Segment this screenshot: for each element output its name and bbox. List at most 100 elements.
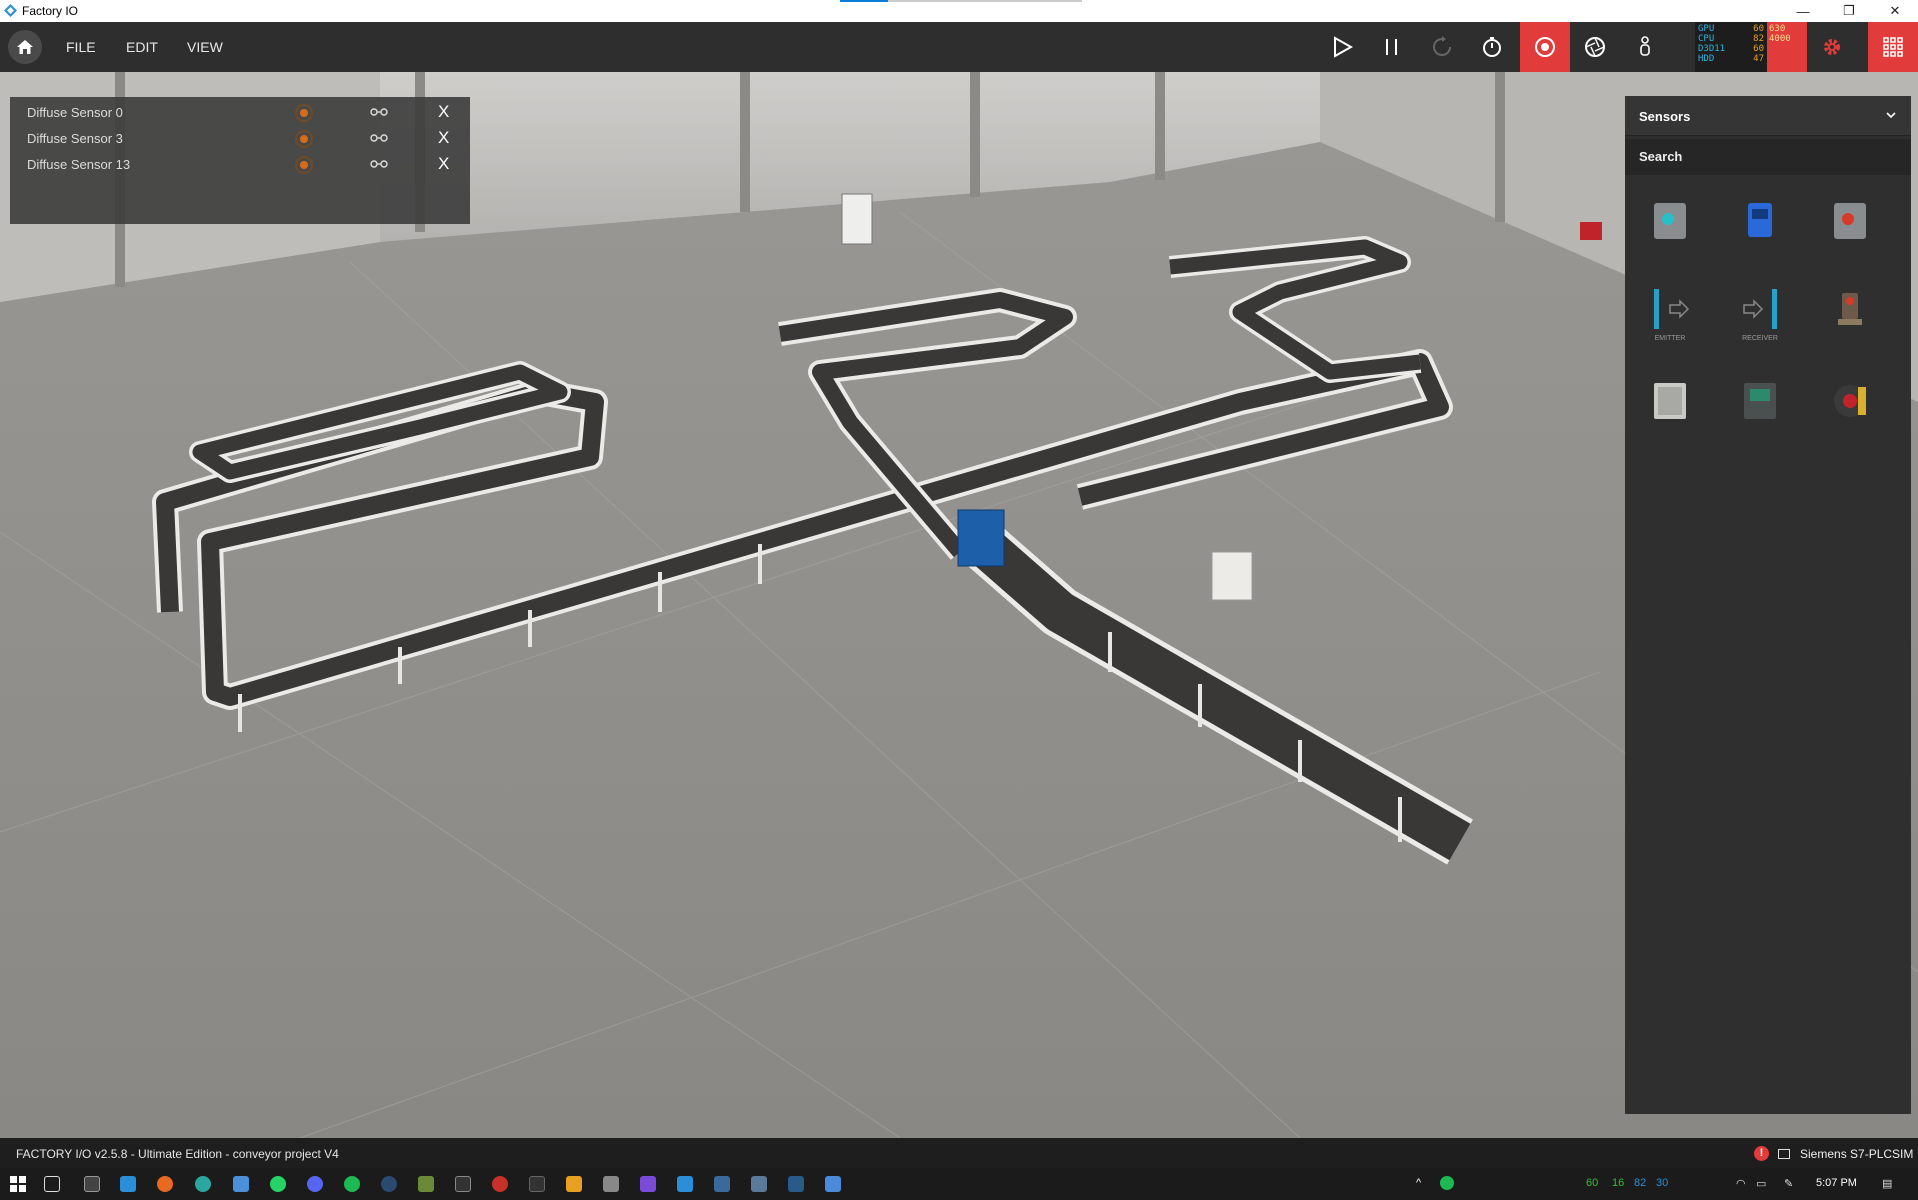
glasses-icon[interactable] [370, 158, 388, 170]
part-light-array-receiver[interactable]: RECEIVER [1725, 276, 1795, 346]
play-button[interactable] [1317, 22, 1367, 72]
sensor-name: Diffuse Sensor 13 [27, 157, 131, 172]
window-titlebar: Factory IO — ❐ ✕ [0, 0, 1918, 22]
part-reflector[interactable] [1635, 366, 1705, 436]
driver-error-icon[interactable]: ! [1754, 1146, 1769, 1161]
exit-door [841, 193, 873, 245]
settings-gear-icon [1824, 39, 1840, 55]
epic-games-icon[interactable] [455, 1176, 471, 1192]
purple-app-icon[interactable] [640, 1176, 656, 1192]
minecraft-icon[interactable] [418, 1176, 434, 1192]
factory-io-logo-icon [4, 4, 17, 17]
pen-icon[interactable]: ✎ [1784, 1177, 1793, 1190]
hud-label: CPU [1698, 34, 1715, 44]
part-rfid-reader[interactable] [1725, 366, 1795, 436]
sensor-state-indicator [295, 156, 313, 174]
maximize-button[interactable]: ❐ [1826, 0, 1872, 22]
remove-sensor-button[interactable]: X [438, 102, 449, 122]
capacitive-sensor-icon [1654, 203, 1686, 239]
home-button[interactable] [8, 30, 42, 64]
whatsapp-icon[interactable] [270, 1176, 286, 1192]
hud-readout: 630 [1769, 24, 1786, 34]
tray-readout: 82 [1634, 1177, 1647, 1189]
part-caption: EMITTER [1654, 335, 1686, 342]
part-vision-sensor[interactable] [1725, 186, 1795, 256]
firefox-icon[interactable] [157, 1176, 173, 1192]
chevron-down-icon [1886, 112, 1896, 119]
terminal-icon[interactable] [84, 1176, 100, 1192]
sensor-row[interactable]: Diffuse Sensor 13 X [10, 149, 470, 181]
tray-app-icon[interactable] [1440, 1176, 1454, 1190]
inductive-sensor-icon [1834, 203, 1866, 239]
glasses-icon[interactable] [370, 132, 388, 144]
hud-label: GPU [1698, 24, 1715, 34]
grid-menu-button[interactable] [1868, 22, 1918, 72]
part-laser-sensor[interactable] [1815, 366, 1885, 436]
file-explorer-icon[interactable] [120, 1176, 136, 1192]
laser-sensor-icon [1834, 385, 1866, 417]
orbit-camera-button[interactable] [1520, 22, 1570, 72]
reset-button[interactable] [1417, 22, 1467, 72]
loading-progress [840, 0, 1082, 2]
part-retroreflective-sensor[interactable] [1815, 276, 1885, 346]
performance-overlay: GPU 60 CPU 82 D3D11 60 HDD 47 [1695, 22, 1767, 72]
plcsim-icon[interactable] [788, 1176, 804, 1192]
remove-sensor-button[interactable]: X [438, 154, 449, 174]
performance-readout: 630 4000 [1767, 22, 1807, 72]
timer-button[interactable] [1467, 22, 1517, 72]
wifi-icon[interactable]: ◠ [1736, 1177, 1746, 1190]
windows-start-icon[interactable] [10, 1176, 26, 1192]
minimize-button[interactable]: — [1780, 0, 1826, 22]
tool-app-icon[interactable] [566, 1176, 582, 1192]
red-app-icon[interactable] [492, 1176, 508, 1192]
steam-icon[interactable] [381, 1176, 397, 1192]
sensor-state-indicator [295, 104, 313, 122]
transfer-station-box [957, 509, 1005, 567]
notifications-icon[interactable]: ▤ [1882, 1177, 1892, 1190]
driver-label[interactable]: Siemens S7-PLCSIM [1800, 1147, 1913, 1161]
discord-icon[interactable] [307, 1176, 323, 1192]
windows-taskbar: ^ 60 16 82 30 ◠ ▭ ✎ 5:07 PM ▤ [0, 1168, 1918, 1200]
spotify-icon[interactable] [344, 1176, 360, 1192]
part-light-array-emitter[interactable]: EMITTER [1635, 276, 1705, 346]
hud-label: D3D11 [1698, 44, 1726, 54]
tray-readout: 30 [1656, 1177, 1669, 1189]
version-project-label: FACTORY I/O v2.5.8 - Ultimate Edition - … [16, 1147, 339, 1161]
task-view-icon[interactable] [44, 1176, 60, 1192]
settings-button[interactable] [1807, 22, 1857, 72]
hud-value: 47 [1753, 54, 1764, 64]
tray-readout: 60 [1586, 1177, 1599, 1189]
part-caption: RECEIVER [1742, 335, 1778, 342]
pause-button[interactable] [1367, 22, 1417, 72]
window-app-icon[interactable] [825, 1176, 841, 1192]
close-window-button[interactable]: ✕ [1872, 0, 1918, 22]
cursor-app-icon[interactable] [603, 1176, 619, 1192]
search-bar[interactable]: Search [1625, 139, 1911, 175]
edge-icon[interactable] [195, 1176, 211, 1192]
taskbar-clock[interactable]: 5:07 PM [1816, 1177, 1857, 1189]
notion-icon[interactable] [529, 1176, 545, 1192]
tia-portal-icon[interactable] [714, 1176, 730, 1192]
status-bar: FACTORY I/O v2.5.8 - Ultimate Edition - … [0, 1138, 1918, 1168]
part-capacitive-sensor[interactable] [1635, 186, 1705, 256]
remove-sensor-button[interactable]: X [438, 128, 449, 148]
timer-icon [1483, 37, 1501, 57]
wall-alarm-box [1580, 222, 1602, 240]
battery-icon[interactable]: ▭ [1756, 1177, 1766, 1190]
menu-view[interactable]: VIEW [187, 39, 223, 55]
factory-io-taskbar-icon[interactable] [677, 1176, 693, 1192]
aperture-icon [1585, 37, 1605, 57]
menu-edit[interactable]: EDIT [126, 39, 158, 55]
tray-overflow-icon[interactable]: ^ [1416, 1177, 1421, 1189]
sensor-state-indicator [295, 130, 313, 148]
category-dropdown[interactable]: Sensors [1625, 96, 1911, 136]
first-person-button[interactable] [1620, 22, 1670, 72]
glasses-icon[interactable] [370, 106, 388, 118]
menu-file[interactable]: FILE [66, 39, 96, 55]
window-title: Factory IO [22, 4, 79, 18]
calculator-icon[interactable] [233, 1176, 249, 1192]
light-array-emitter-icon [1654, 289, 1690, 329]
aperture-button[interactable] [1570, 22, 1620, 72]
remote-desktop-icon[interactable] [751, 1176, 767, 1192]
part-inductive-sensor[interactable] [1815, 186, 1885, 256]
